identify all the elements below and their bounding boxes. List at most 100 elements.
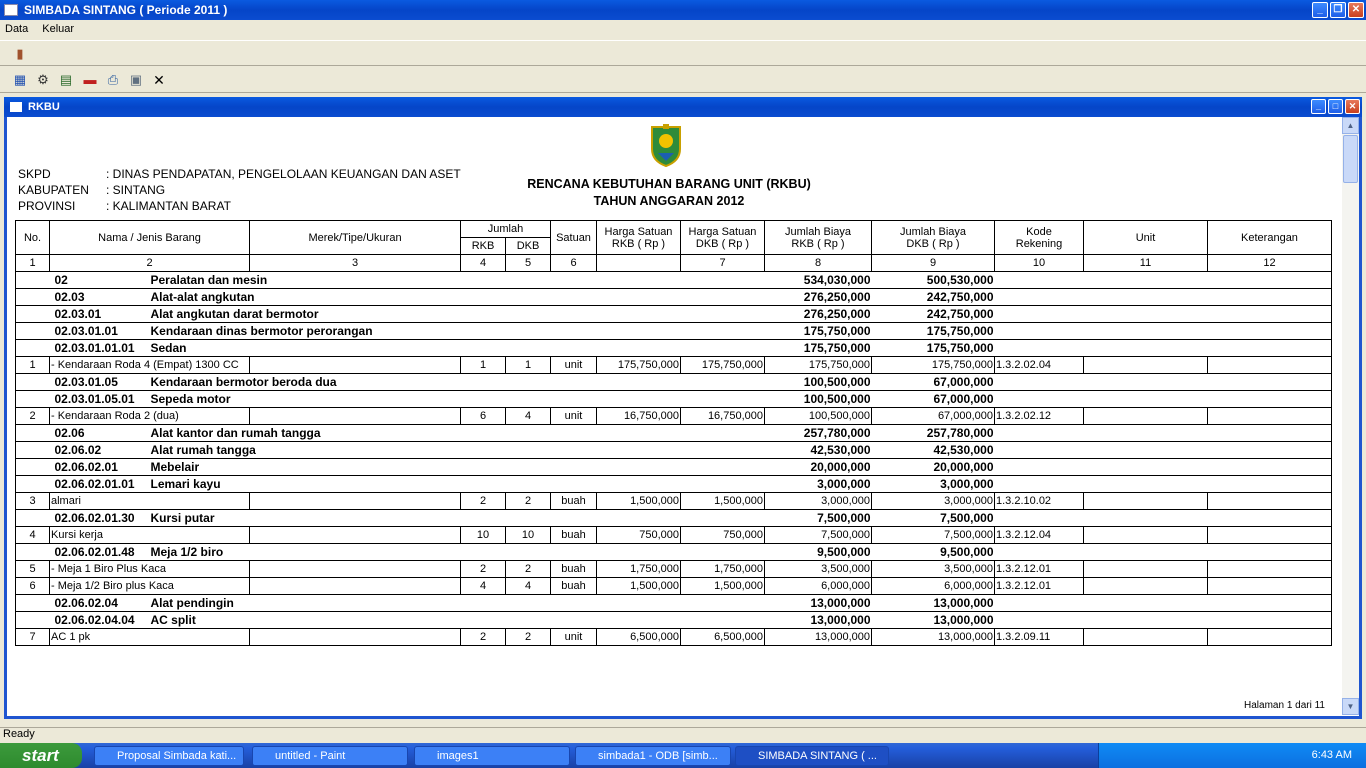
task-simbada-odb[interactable]: simbada1 - ODB [simb...	[575, 746, 731, 766]
child-minimize-button[interactable]: _	[1311, 99, 1326, 114]
cell-empty	[15, 288, 50, 306]
menu-data[interactable]: Data	[5, 23, 28, 35]
child-close-button[interactable]: ✕	[1345, 99, 1360, 114]
col-number: 11	[1083, 254, 1208, 272]
biaya-rkb: 13,000,000	[764, 594, 872, 612]
group-code: 02.03.01.05.01	[54, 392, 135, 406]
col-nama: Nama / Jenis Barang	[49, 220, 250, 255]
report-icon[interactable]: ▤	[58, 72, 74, 88]
col-number: 6	[550, 254, 597, 272]
cell-unit	[1083, 407, 1208, 425]
system-tray: 6:43 AM	[1098, 743, 1366, 768]
table-row: 02.06.02.01.01 Lemari kayu 3,000,000 3,000,…	[15, 475, 1332, 493]
print-icon[interactable]: ⎙	[105, 72, 121, 88]
table-row: 02.06.02.04 Alat pendingin 13,000,000 13,00…	[15, 594, 1332, 612]
cell-no: 5	[15, 560, 50, 578]
minimize-button[interactable]: _	[1312, 2, 1328, 18]
cell-merek	[249, 492, 461, 510]
group-cell: 02.03 Alat-alat angkutan	[49, 288, 765, 306]
cell-bd: 7,500,000	[871, 526, 995, 544]
scroll-thumb[interactable]	[1343, 135, 1358, 183]
restore-button[interactable]: ❐	[1330, 2, 1346, 18]
col-satuan: Satuan	[550, 220, 597, 255]
rkbu-window: RKBU _ □ ✕ SKPD : DINAS PENDAPATAN, PENG…	[4, 97, 1362, 719]
table-row: 02.03.01.01 Kendaraan dinas bermotor pero…	[15, 322, 1332, 340]
task-images[interactable]: images1	[414, 746, 570, 766]
cell-br: 3,000,000	[764, 492, 872, 510]
cell-ket	[1207, 560, 1332, 578]
cell-jr: 2	[460, 560, 506, 578]
group-cell: 02.03.01.05.01 Sepeda motor	[49, 390, 765, 408]
scroll-down-arrow[interactable]: ▼	[1342, 698, 1359, 715]
biaya-dkb: 13,000,000	[871, 611, 995, 629]
cell-br: 6,000,000	[764, 577, 872, 595]
scroll-up-arrow[interactable]: ▲	[1342, 117, 1359, 134]
cell-merek	[249, 526, 461, 544]
close-button[interactable]: ✕	[1348, 2, 1364, 18]
page-indicator: Halaman 1 dari 11	[1244, 700, 1325, 711]
menu-keluar[interactable]: Keluar	[42, 23, 74, 35]
cell-ket	[1207, 577, 1332, 595]
cell-unit	[1083, 356, 1208, 374]
group-name: Mebelair	[150, 460, 200, 474]
settings-icon[interactable]: ⚙	[35, 72, 51, 88]
kabupaten-value: : SINTANG	[106, 183, 166, 197]
col-biaya-dkb: Jumlah Biaya DKB ( Rp )	[871, 220, 995, 255]
cell-bd: 6,000,000	[871, 577, 995, 595]
col-number: 2	[49, 254, 250, 272]
vertical-scrollbar[interactable]: ▲ ▼	[1342, 117, 1359, 715]
task-simbada-sintang[interactable]: SIMBADA SINTANG ( ...	[735, 746, 889, 766]
delete-icon[interactable]: ▬	[82, 72, 98, 88]
task-paint[interactable]: untitled - Paint	[252, 746, 408, 766]
col-number: 12	[1207, 254, 1332, 272]
cell-empty	[15, 373, 50, 391]
group-cell: 02.06.02.04.04 AC split	[49, 611, 765, 629]
exit-door-icon[interactable]: ▮	[12, 46, 28, 62]
cell-hr: 1,500,000	[596, 492, 681, 510]
table-row: 02.06.02.04.04 AC split 13,000,000 13,000,0…	[15, 611, 1332, 629]
biaya-rkb: 3,000,000	[764, 475, 872, 493]
cell-nama: Kursi kerja	[49, 526, 250, 544]
biaya-rkb: 100,500,000	[764, 390, 872, 408]
cell-empty	[15, 322, 50, 340]
cell-br: 3,500,000	[764, 560, 872, 578]
cell-hd: 1,750,000	[680, 560, 765, 578]
group-cell: 02.06.02.01.48 Meja 1/2 biro	[49, 543, 765, 561]
table-row: 2- Kendaraan Roda 2 (dua) 6 4 unit 16,750,00…	[15, 407, 1332, 425]
grid-icon[interactable]: ▦	[12, 72, 28, 88]
app-icon	[4, 4, 18, 16]
group-code: 02.03	[54, 290, 85, 304]
cell-jd: 10	[505, 526, 551, 544]
biaya-rkb: 257,780,000	[764, 424, 872, 442]
table-row: 02.06.02 Alat rumah tangga 42,530,000 42,53…	[15, 441, 1332, 459]
table-row: 02.06.02.01.48 Meja 1/2 biro 9,500,000 9,50…	[15, 543, 1332, 561]
cell-hr: 16,750,000	[596, 407, 681, 425]
child-maximize-button[interactable]: □	[1328, 99, 1343, 114]
cell-empty	[994, 339, 1332, 357]
cell-ket	[1207, 407, 1332, 425]
cell-hr: 6,500,000	[596, 628, 681, 646]
start-button[interactable]: start	[0, 743, 82, 768]
cell-unit	[1083, 577, 1208, 595]
group-cell: 02.06 Alat kantor dan rumah tangga	[49, 424, 765, 442]
close-report-icon[interactable]: ✕	[151, 72, 167, 88]
col-number: 1	[15, 254, 50, 272]
biaya-rkb: 42,530,000	[764, 441, 872, 459]
cell-no: 3	[15, 492, 50, 510]
cell-empty	[15, 305, 50, 323]
cell-empty	[994, 424, 1332, 442]
col-no: No.	[15, 220, 50, 255]
biaya-dkb: 242,750,000	[871, 288, 995, 306]
biaya-rkb: 276,250,000	[764, 305, 872, 323]
group-name: Alat kantor dan rumah tangga	[150, 426, 321, 440]
cell-hd: 16,750,000	[680, 407, 765, 425]
task-proposal[interactable]: Proposal Simbada kati...	[94, 746, 244, 766]
rkbu-titlebar: RKBU _ □ ✕	[4, 97, 1362, 117]
preview-icon[interactable]: ▣	[128, 72, 144, 88]
biaya-dkb: 67,000,000	[871, 373, 995, 391]
cell-empty	[15, 611, 50, 629]
col-number	[596, 254, 681, 272]
cell-jr: 2	[460, 628, 506, 646]
group-code: 02.06.02	[54, 443, 102, 457]
cell-hd: 1,500,000	[680, 577, 765, 595]
